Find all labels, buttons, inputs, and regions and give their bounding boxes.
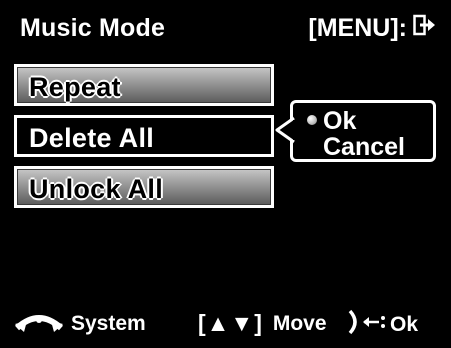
popup-pointer [275, 116, 296, 144]
move-label: Move [272, 311, 327, 335]
popup-option-cancel[interactable]: Cancel [323, 135, 405, 160]
system-label: System [71, 312, 146, 335]
camera-screen: Music Mode [MENU]: Repeat Delete All Unl… [0, 0, 451, 348]
header: Music Mode [MENU]: [0, 0, 451, 70]
shutter-icon [346, 309, 386, 341]
menu-item-label: Repeat [28, 71, 121, 102]
footer-system-hint: System [14, 310, 146, 338]
radio-dot-icon [307, 115, 317, 125]
ok-label: Ok [390, 313, 419, 336]
footer-move-hint: [▲▼] Move [198, 310, 327, 337]
popup-option-ok[interactable]: Ok [323, 109, 356, 134]
footer-ok-hint: Ok [346, 309, 418, 341]
menu-item-label: Unlock All [28, 173, 164, 204]
page-title: Music Mode [20, 14, 166, 42]
exit-icon [413, 14, 437, 43]
confirm-popup: Ok Cancel [275, 100, 436, 162]
menu-item-repeat[interactable]: Repeat [14, 64, 274, 106]
menu-list: Repeat Delete All Unlock All [14, 64, 276, 217]
mode-dial-icon [14, 310, 64, 338]
menu-hint-label: [MENU]: [308, 14, 407, 42]
menu-item-label: Delete All [29, 123, 155, 153]
menu-item-delete-all[interactable]: Delete All [14, 115, 274, 157]
footer-hints: System [▲▼] Move Ok [0, 300, 451, 348]
menu-item-unlock-all[interactable]: Unlock All [14, 166, 274, 208]
menu-exit-hint[interactable]: [MENU]: [308, 14, 437, 43]
up-down-keys: [▲▼] [198, 310, 263, 336]
